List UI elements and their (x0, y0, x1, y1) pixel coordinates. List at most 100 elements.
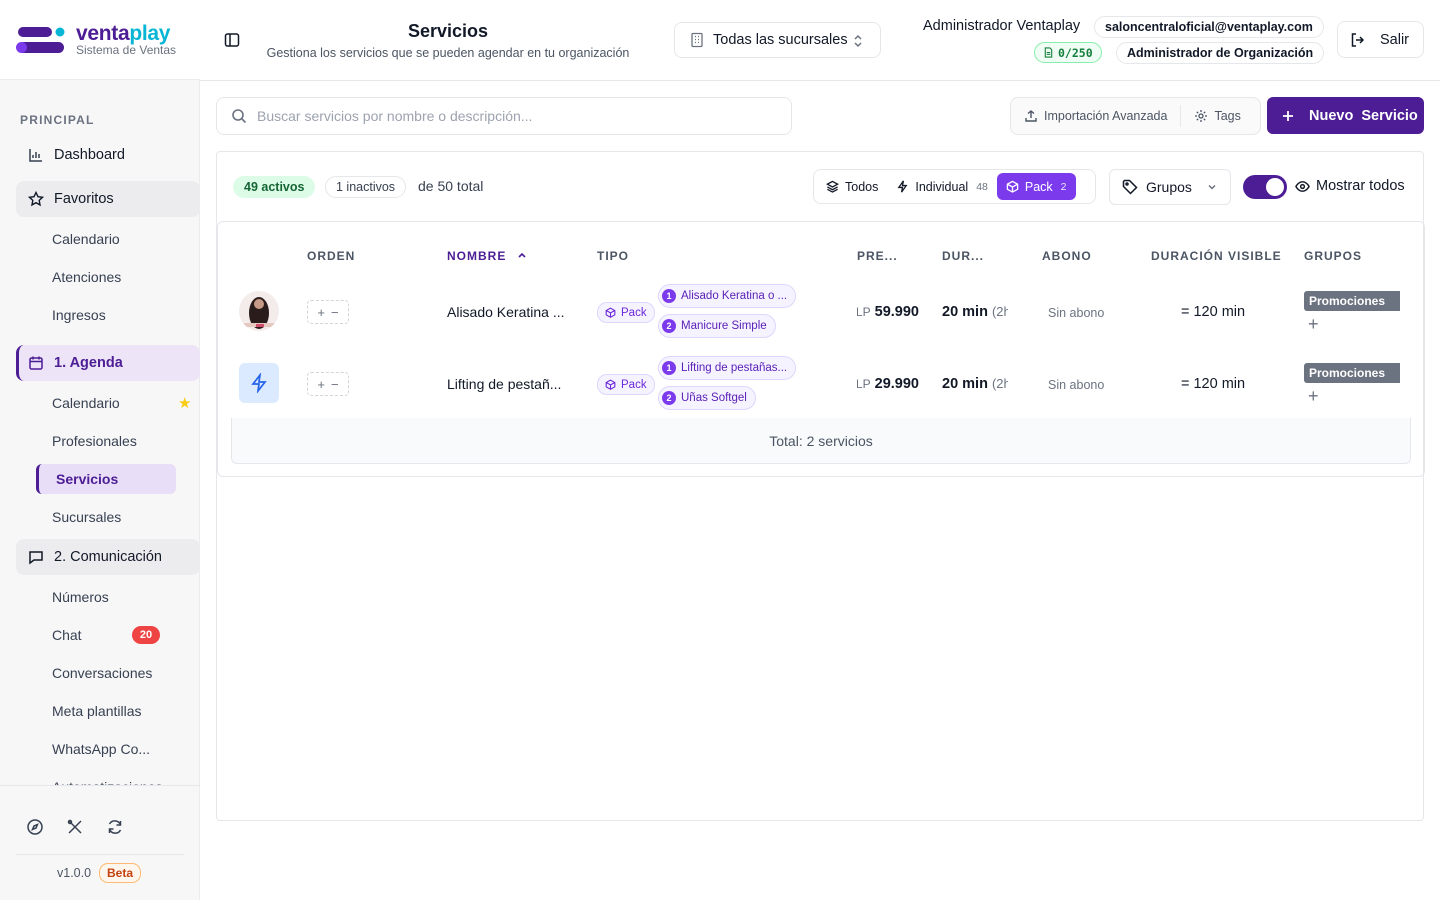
search-input[interactable]: Buscar servicios por nombre o descripció… (216, 97, 792, 135)
column-header-precio[interactable]: PRE... (857, 249, 898, 263)
included-index: 2 (662, 319, 676, 333)
included-service: 1 Lifting de pestañas... (658, 356, 797, 380)
sidebar-item-fav-atenciones[interactable]: Atenciones (52, 262, 192, 292)
included-service: 2 Manicure Simple (658, 314, 776, 338)
package-icon (605, 379, 616, 390)
table-row[interactable]: + − Alisado Keratina ... Pack 1 Alisado Ke… (218, 277, 1424, 349)
inactive-count-badge[interactable]: 1 inactivos (325, 176, 407, 198)
column-header-tipo[interactable]: TIPO (597, 249, 629, 263)
service-name[interactable]: Alisado Keratina ... (447, 304, 577, 320)
search-icon (232, 109, 247, 124)
bar-chart-icon (29, 149, 42, 162)
included-name: Alisado Keratina o ... (681, 290, 788, 302)
add-group-icon[interactable]: + (1308, 314, 1319, 335)
group-tag[interactable]: Promociones (1304, 363, 1400, 383)
column-header-abono[interactable]: ABONO (1042, 249, 1092, 263)
sidebar-item-sucursales[interactable]: Sucursales (52, 502, 192, 532)
import-button[interactable]: Importación Avanzada (1011, 98, 1180, 134)
minus-icon[interactable]: − (331, 305, 339, 320)
column-header-nombre[interactable]: NOMBRE (447, 249, 527, 263)
package-icon (605, 307, 616, 318)
logout-button[interactable]: Salir (1337, 21, 1424, 58)
show-all-control[interactable]: Mostrar todos (1295, 178, 1405, 194)
column-header-duracion-visible[interactable]: DURACIÓN VISIBLE (1151, 249, 1282, 263)
sidebar-item-label: Favoritos (54, 191, 114, 207)
sidebar-item-dashboard[interactable]: Dashboard (16, 137, 200, 173)
beta-badge: Beta (99, 863, 142, 883)
service-name[interactable]: Lifting de pestañ... (447, 376, 577, 392)
groups-dropdown[interactable]: Grupos (1109, 169, 1231, 205)
tags-button[interactable]: Tags (1181, 98, 1253, 134)
add-group-icon[interactable]: + (1308, 386, 1319, 407)
calendar-icon (29, 356, 43, 370)
chevron-down-icon (1208, 184, 1216, 190)
included-index: 1 (662, 289, 676, 303)
message-icon (29, 551, 43, 565)
sidebar-item-numeros[interactable]: Números (52, 582, 192, 612)
duration-value: 20 min (942, 376, 988, 392)
sidebar-item-whatsapp[interactable]: WhatsApp Co... (52, 734, 192, 764)
sidebar-item-servicios[interactable]: Servicios (36, 464, 176, 494)
sidebar-item-profesionales[interactable]: Profesionales (52, 426, 192, 456)
services-panel: 49 activos 1 inactivos de 50 total Todos… (216, 151, 1425, 821)
price-value: 29.990 (874, 376, 919, 392)
active-count-badge[interactable]: 49 activos (233, 176, 316, 198)
groups-label: Grupos (1146, 179, 1192, 195)
plus-icon[interactable]: + (317, 305, 325, 320)
column-header-duracion[interactable]: DUR... (942, 249, 984, 263)
plus-icon[interactable]: + (317, 377, 325, 392)
sort-asc-icon (518, 252, 526, 258)
column-header-orden[interactable]: ORDEN (307, 249, 355, 263)
tools-icon[interactable] (66, 818, 84, 836)
upload-icon (1025, 110, 1037, 122)
sidebar-item-calendario[interactable]: Calendario (52, 388, 192, 418)
show-all-label: Mostrar todos (1316, 178, 1405, 194)
order-stepper[interactable]: + − (307, 372, 349, 396)
sidebar-group-comunicacion[interactable]: 2. Comunicación (16, 539, 200, 575)
brand-subtitle: Sistema de Ventas (76, 43, 177, 57)
sidebar-item-meta-plantillas[interactable]: Meta plantillas (52, 696, 192, 726)
sidebar-item-label: 1. Agenda (54, 355, 123, 371)
type-badge: Pack (597, 302, 655, 323)
show-all-toggle[interactable] (1243, 175, 1287, 199)
sidebar-item-conversaciones[interactable]: Conversaciones (52, 658, 192, 688)
sidebar-group-favoritos[interactable]: Favoritos (16, 181, 200, 217)
filter-todos[interactable]: Todos (817, 173, 887, 200)
sidebar-nav: PRINCIPAL Dashboard Favoritos Calendario… (0, 80, 200, 785)
document-icon (1044, 47, 1053, 58)
included-name: Lifting de pestañas... (681, 362, 788, 374)
branch-select[interactable]: Todas las sucursales (674, 22, 881, 58)
sidebar-group-agenda[interactable]: 1. Agenda (16, 345, 200, 381)
ventaplay-logo-icon (16, 27, 65, 53)
sidebar-item-automatizaciones[interactable]: Automatizaciones (52, 772, 192, 785)
filter-count: 48 (976, 180, 988, 193)
minus-icon[interactable]: − (331, 377, 339, 392)
sidebar-item-chat[interactable]: Chat (52, 620, 192, 650)
type-label: Pack (621, 378, 647, 391)
bolt-icon (897, 180, 908, 193)
sidebar-item-fav-calendario[interactable]: Calendario (52, 224, 192, 254)
sidebar-footer: v1.0.0 Beta (0, 785, 200, 900)
order-stepper[interactable]: + − (307, 300, 349, 324)
service-duration: 20 min (2h) (942, 304, 1008, 320)
services-table: ORDEN NOMBRE TIPO PRE... DUR... ABONO DU… (217, 221, 1425, 477)
included-index: 1 (662, 361, 676, 375)
sidebar-item-fav-ingresos[interactable]: Ingresos (52, 300, 192, 330)
new-service-button[interactable]: Nuevo Servicio (1267, 97, 1424, 134)
building-icon (691, 32, 703, 48)
filter-individual[interactable]: Individual 48 (887, 173, 997, 200)
table-row[interactable]: + − Lifting de pestañ... Pack 1 Lifting de… (218, 349, 1424, 421)
filter-pack[interactable]: Pack 2 (996, 173, 1076, 200)
brand-logo[interactable]: ventaplay Sistema de Ventas (0, 0, 200, 80)
favorite-star-icon[interactable]: ★ (178, 394, 191, 412)
refresh-icon[interactable] (106, 818, 124, 836)
compass-icon[interactable] (26, 818, 44, 836)
bolt-icon (251, 373, 267, 393)
page-title: Servicios (407, 21, 489, 41)
sidebar-toggle-icon[interactable] (224, 32, 240, 48)
type-filter: Todos Individual 48 Pack 2 (813, 169, 1096, 204)
service-abono: Sin abono (1048, 306, 1105, 320)
group-tag[interactable]: Promociones (1304, 291, 1400, 311)
column-header-grupos[interactable]: GRUPOS (1304, 249, 1362, 263)
price-value: 59.990 (874, 304, 919, 320)
